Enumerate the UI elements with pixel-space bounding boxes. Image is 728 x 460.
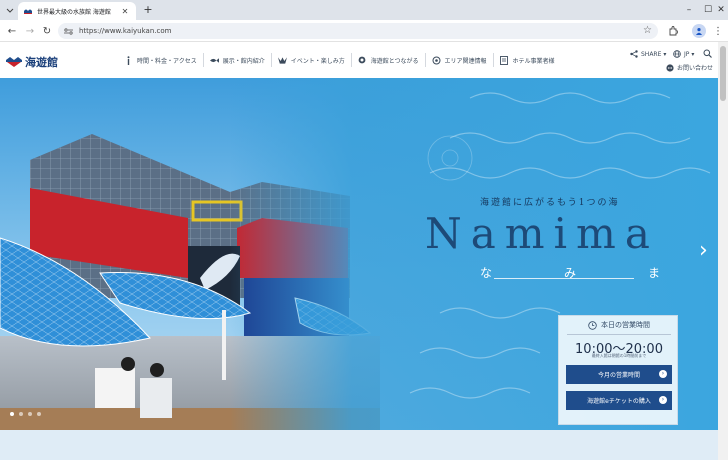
hero-title: Namima	[425, 209, 659, 258]
kana-char: な	[480, 266, 493, 280]
hero-tagline: 海遊館に広がるもう1つの海	[480, 198, 620, 208]
clock-icon	[588, 320, 597, 330]
arrow-circle-icon: ›	[659, 370, 667, 378]
monthly-hours-label: 今月の営業時間	[597, 372, 640, 379]
info-icon	[124, 55, 133, 65]
hours-heading-label: 本日の営業時間	[601, 321, 650, 329]
slide-dot[interactable]	[10, 412, 14, 416]
monthly-hours-button[interactable]: 今月の営業時間 ›	[566, 365, 672, 384]
slide-dot[interactable]	[19, 412, 23, 416]
language-selector[interactable]: JP ▾	[673, 50, 694, 58]
chat-icon	[666, 63, 674, 72]
nav-label: 海遊館とつながる	[370, 57, 419, 65]
nav-label: 時間・料金・アクセス	[137, 57, 197, 65]
share-icon	[630, 50, 638, 58]
kaiyukan-favicon-icon	[24, 7, 32, 15]
browser-tab[interactable]: 世界最大級の水族館 海遊館 ✕	[18, 2, 136, 20]
contact-link[interactable]: お問い合わせ	[666, 63, 713, 72]
scroll-thumb[interactable]	[720, 46, 726, 101]
minimize-button[interactable]: –	[676, 0, 702, 20]
slide-dot[interactable]	[37, 412, 41, 416]
nav-label: ホテル事業者様	[512, 57, 555, 65]
building-icon	[500, 55, 509, 65]
contact-label: お問い合わせ	[677, 65, 714, 72]
close-window-button[interactable]: ✕	[714, 0, 728, 20]
hero-kana: な み ま	[480, 264, 660, 281]
tab-search-icon[interactable]	[4, 3, 16, 17]
hours-heading: 本日の営業時間	[559, 320, 679, 330]
address-bar[interactable]: https://www.kaiyukan.com ☆	[58, 23, 658, 39]
reload-icon[interactable]: ↻	[40, 24, 54, 38]
slide-dot[interactable]	[28, 412, 32, 416]
url-text: https://www.kaiyukan.com	[79, 27, 172, 35]
nav-item-events[interactable]: イベント・楽しみ方	[272, 53, 352, 67]
nav-item-area[interactable]: エリア関連情報	[426, 53, 494, 67]
search-icon[interactable]	[703, 49, 712, 58]
circle-icon	[358, 56, 367, 65]
arrow-circle-icon: ›	[659, 396, 667, 404]
new-tab-button[interactable]: +	[141, 2, 155, 18]
site-header: 海遊館 時間・料金・アクセス 展示・館内紹介 イベント・楽しみ方 海遊館とつなが…	[0, 42, 718, 78]
fish-icon	[209, 56, 219, 65]
logo-text: 海遊館	[25, 56, 58, 69]
below-fold-section	[0, 430, 718, 460]
site-info-icon[interactable]	[64, 27, 73, 35]
main-nav: 時間・料金・アクセス 展示・館内紹介 イベント・楽しみ方 海遊館とつながる エリ…	[118, 53, 561, 67]
back-arrow-icon[interactable]: ←	[5, 24, 19, 38]
hero-slideshow: 海遊館に広がるもう1つの海 Namima な み ま › 本日の営業時間 10:…	[0, 78, 718, 430]
slide-indicators	[10, 412, 46, 416]
target-icon	[432, 56, 441, 65]
nav-item-hotel[interactable]: ホテル事業者様	[494, 53, 561, 67]
extensions-icon[interactable]	[666, 24, 680, 38]
crown-icon	[277, 56, 287, 65]
nav-label: エリア関連情報	[444, 57, 487, 65]
globe-icon	[673, 50, 681, 58]
share-button[interactable]: SHARE ▾	[630, 50, 666, 58]
eticket-label: 海遊館eチケットの購入	[587, 398, 651, 405]
maximize-button[interactable]: ☐	[702, 0, 714, 20]
hours-divider	[567, 334, 671, 335]
forward-arrow-icon[interactable]: →	[23, 24, 37, 38]
kana-char: ま	[647, 266, 660, 280]
share-label: SHARE	[641, 50, 662, 58]
nav-label: 展示・館内紹介	[222, 57, 265, 65]
language-label: JP	[684, 50, 690, 58]
tab-title: 世界最大級の水族館 海遊館	[37, 8, 111, 16]
nav-item-exhibits[interactable]: 展示・館内紹介	[204, 53, 272, 67]
hours-note: 最終入館は閉館の1時間前まで	[591, 353, 647, 358]
tab-strip: 世界最大級の水族館 海遊館 ✕ + – ☐ ✕	[0, 0, 728, 20]
nav-label: イベント・楽しみ方	[290, 57, 345, 65]
browser-menu-icon[interactable]: ⋮	[711, 24, 725, 38]
page-scrollbar[interactable]	[718, 42, 728, 460]
next-slide-arrow-icon[interactable]: ›	[699, 238, 708, 263]
kaiyukan-logo[interactable]: 海遊館	[6, 54, 58, 70]
eticket-button[interactable]: 海遊館eチケットの購入 ›	[566, 391, 672, 410]
kana-char: み	[563, 266, 576, 280]
nav-item-access[interactable]: 時間・料金・アクセス	[118, 53, 204, 67]
business-hours-card: 本日の営業時間 10:00〜20:00 最終入館は閉館の1時間前まで 今月の営業…	[558, 315, 678, 425]
nav-item-connect[interactable]: 海遊館とつながる	[352, 53, 426, 67]
profile-avatar-icon[interactable]	[692, 24, 706, 38]
bookmark-star-icon[interactable]: ☆	[643, 25, 652, 36]
chevron-down-icon: ▾	[663, 50, 667, 58]
logo-mark-icon	[6, 57, 22, 67]
chevron-down-icon: ▾	[691, 50, 695, 58]
browser-toolbar: ← → ↻ https://www.kaiyukan.com ☆ ⋮	[0, 20, 728, 42]
tab-close-icon[interactable]: ✕	[120, 7, 130, 16]
